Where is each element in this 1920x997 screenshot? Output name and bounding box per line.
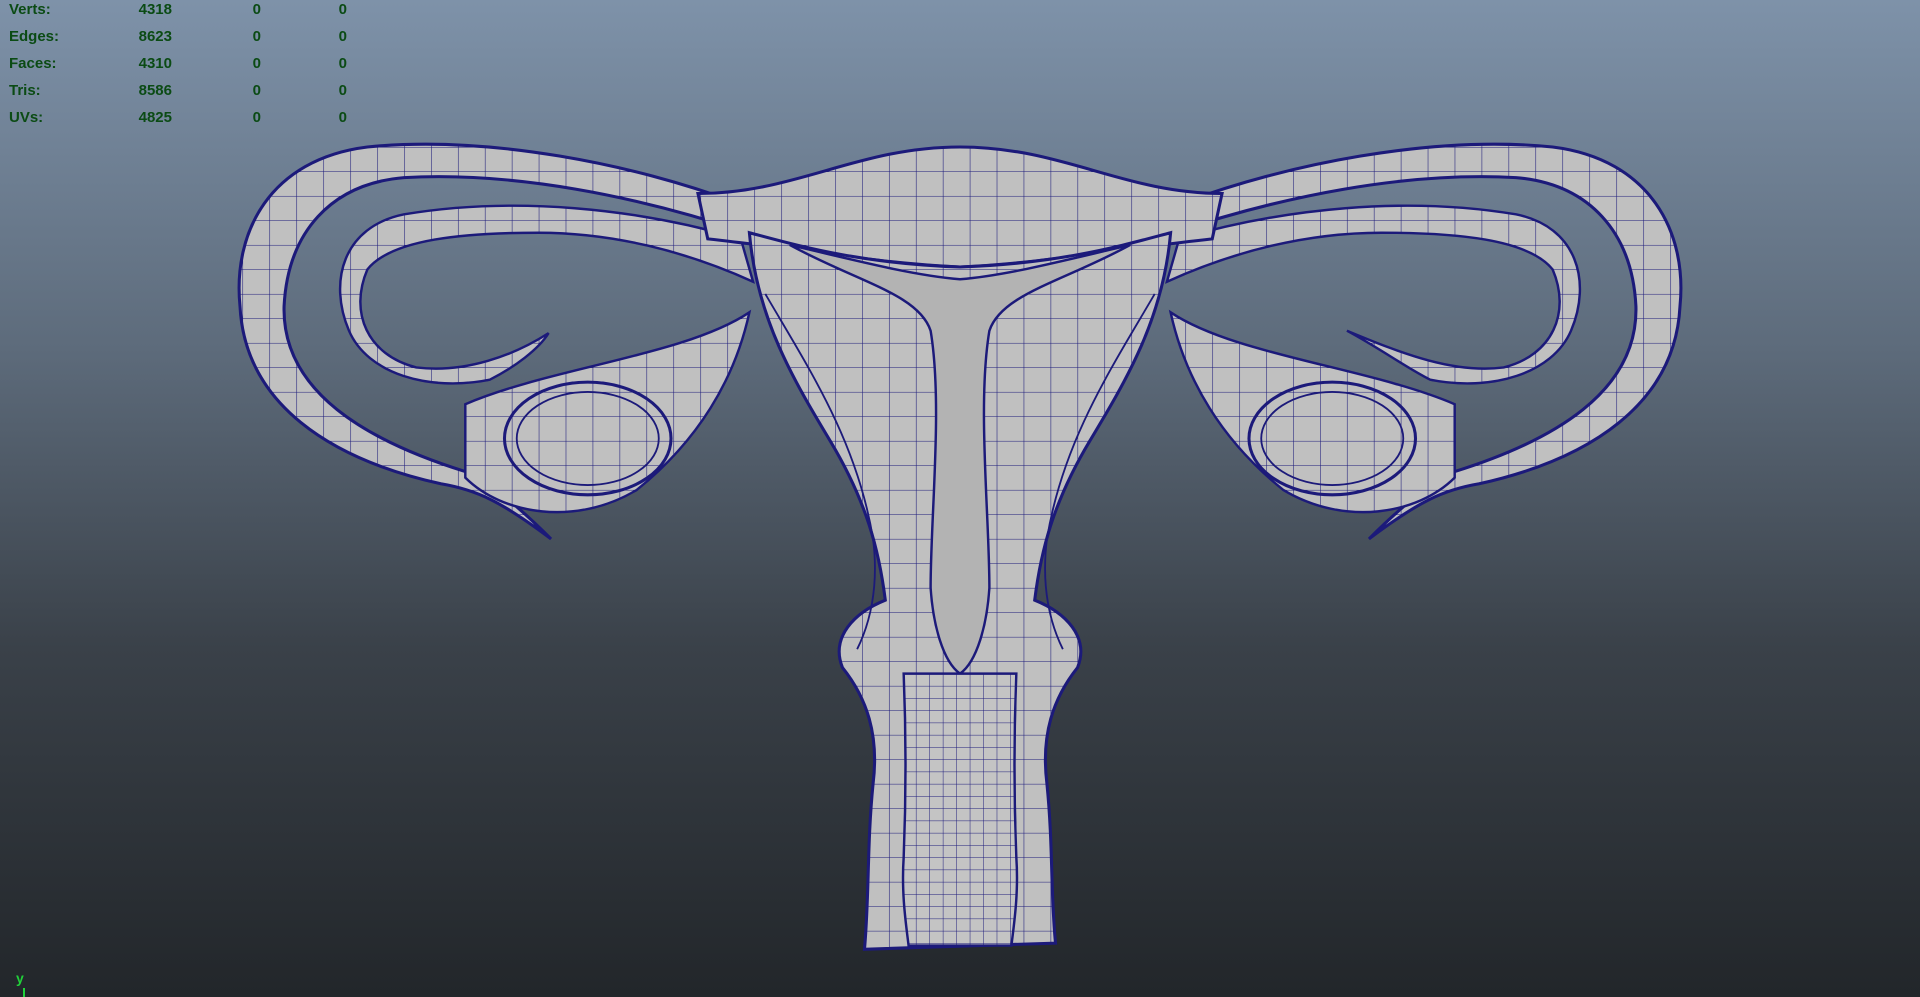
vaginal-canal [901, 672, 1019, 947]
axis-y-label: y [16, 970, 24, 986]
right-ovary [1247, 380, 1418, 497]
left-ovary [502, 380, 673, 497]
axis-y-line [23, 988, 25, 997]
uterus-model[interactable] [237, 142, 1683, 951]
viewport-3d-mesh[interactable] [0, 0, 1920, 997]
